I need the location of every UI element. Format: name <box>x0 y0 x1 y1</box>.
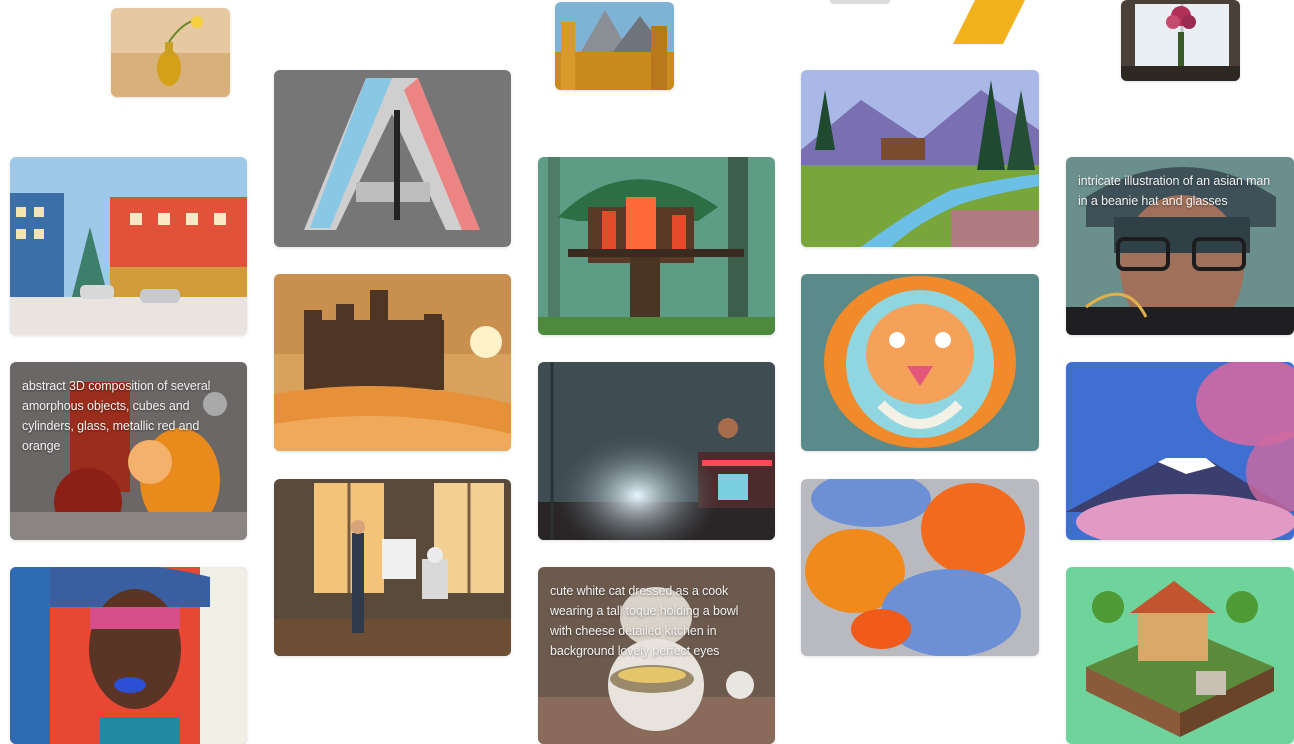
prompt-caption: abstract 3D composition of several amorp… <box>22 379 211 453</box>
thumb-vase-flower[interactable] <box>111 8 230 97</box>
watercolor-street-image <box>10 157 247 335</box>
desert-castle-image <box>274 274 511 451</box>
tile-collage-portrait[interactable] <box>10 567 247 744</box>
foggy-street-image <box>538 362 775 540</box>
tile-watercolor-street[interactable] <box>10 157 247 335</box>
tile-lion-pop-art[interactable] <box>801 274 1039 451</box>
prompt-caption: cute white cat dressed as a cook wearing… <box>550 584 739 658</box>
valley-image <box>555 2 674 90</box>
thumb-valley-forest[interactable] <box>555 2 674 90</box>
thumb-window-flowers[interactable] <box>1121 0 1240 81</box>
mountain-stream-image <box>801 70 1039 247</box>
fuzzy-fists-image <box>801 479 1039 656</box>
fuji-image <box>1066 362 1294 540</box>
partial-tile-edge <box>830 0 890 4</box>
neon-a-image <box>274 70 511 247</box>
prompt-caption: intricate illustration of an asian man i… <box>1078 174 1271 208</box>
tile-isometric-house[interactable] <box>1066 567 1294 744</box>
tile-desert-castle[interactable] <box>274 274 511 451</box>
collage-portrait-image <box>10 567 247 744</box>
tile-asian-man-portrait[interactable]: intricate illustration of an asian man i… <box>1066 157 1294 335</box>
isometric-house-image <box>1066 567 1294 744</box>
tile-cat-cook[interactable]: cute white cat dressed as a cook wearing… <box>538 567 775 744</box>
treehouse-image <box>538 157 775 335</box>
tile-neon-letter-a[interactable] <box>274 70 511 247</box>
lion-pop-art-image <box>801 274 1039 451</box>
tile-fuzzy-fists[interactable] <box>801 479 1039 656</box>
tile-treehouse[interactable] <box>538 157 775 335</box>
window-image <box>1121 0 1240 81</box>
tile-fuji-cherry-blossoms[interactable] <box>1066 362 1294 540</box>
vase-image <box>111 8 230 97</box>
tile-robot-painter[interactable] <box>274 479 511 656</box>
accent-slash-shape <box>953 0 1025 44</box>
tile-abstract-3d[interactable]: abstract 3D composition of several amorp… <box>10 362 247 540</box>
tile-foggy-night-street[interactable] <box>538 362 775 540</box>
robot-painter-image <box>274 479 511 656</box>
tile-mountain-stream[interactable] <box>801 70 1039 247</box>
